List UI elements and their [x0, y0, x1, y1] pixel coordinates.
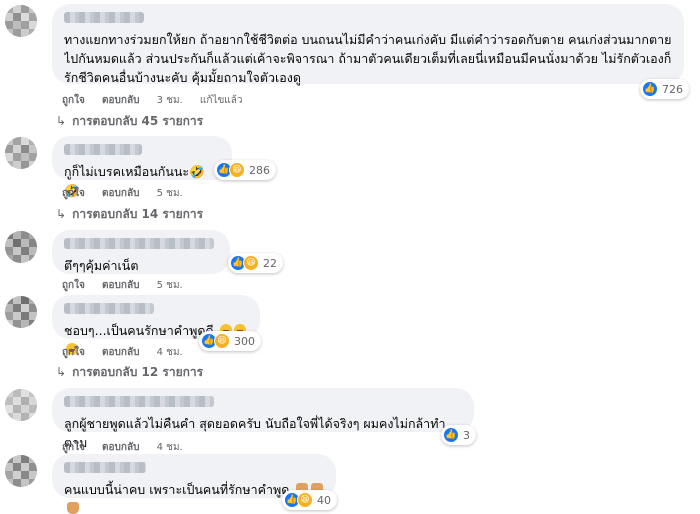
reaction-count: 300 — [234, 334, 255, 348]
reply-arrow-icon: ↳ — [56, 207, 67, 221]
reply-link[interactable]: ตอบกลับ — [102, 347, 139, 358]
like-icon: 👍 — [443, 427, 459, 443]
haha-icon: 😆 — [214, 333, 230, 349]
timestamp[interactable]: 3 ชม. — [157, 95, 183, 106]
timestamp[interactable]: 5 ชม. — [157, 280, 183, 291]
haha-icon: 😆 — [297, 492, 313, 508]
like-link[interactable]: ถูกใจ — [62, 95, 85, 106]
timestamp[interactable]: 4 ชม. — [157, 442, 183, 453]
comment-actions: ถูกใจ ตอบกลับ 5 ชม. — [62, 186, 197, 201]
avatar[interactable] — [5, 455, 37, 487]
reaction-count: 3 — [463, 428, 470, 442]
reaction-summary[interactable]: 👍 😆 300 — [199, 331, 261, 351]
reaction-count: 40 — [317, 493, 331, 507]
avatar[interactable] — [5, 231, 37, 263]
comment-text-body: ชอบๆ...เป็นคนรักษาคำพูดดี — [64, 323, 214, 338]
author-name-blurred[interactable] — [64, 12, 144, 23]
haha-icon: 😆 — [229, 162, 245, 178]
reaction-summary[interactable]: 👍 3 — [441, 425, 476, 445]
view-replies-link[interactable]: ↳ การตอบกลับ 14 รายการ — [56, 205, 203, 224]
reply-arrow-icon: ↳ — [56, 114, 67, 128]
avatar[interactable] — [5, 389, 37, 421]
replies-label: การตอบกลับ 14 รายการ — [72, 207, 204, 221]
avatar[interactable] — [5, 137, 37, 169]
comment-text-body: คนแบบนี้น่าคบ เพราะเป็นคนที่รักษาคำพูด — [64, 482, 290, 497]
comment-actions: ถูกใจ ตอบกลับ 4 ชม. — [62, 440, 197, 455]
reply-link[interactable]: ตอบกลับ — [102, 442, 139, 453]
reaction-count: 22 — [263, 256, 277, 270]
author-name-blurred[interactable] — [64, 462, 146, 473]
reaction-count: 726 — [662, 82, 683, 96]
timestamp[interactable]: 5 ชม. — [157, 188, 183, 199]
reaction-summary[interactable]: 👍 😆 22 — [228, 253, 283, 273]
like-link[interactable]: ถูกใจ — [62, 442, 85, 453]
comment-actions: ถูกใจ ตอบกลับ 5 ชม. — [62, 278, 197, 293]
like-icon: 👍 — [642, 81, 658, 97]
comment-bubble: กูก็ไม่เบรคเหมือนกันนะ🤣🤣 — [52, 136, 232, 198]
thumbs-up-emoji-icon — [67, 502, 79, 514]
edited-label: แก้ไขแล้ว — [199, 95, 243, 106]
reply-link[interactable]: ตอบกลับ — [102, 280, 139, 291]
author-name-blurred[interactable] — [64, 396, 214, 407]
reaction-summary[interactable]: 👍 😆 40 — [282, 490, 337, 510]
comment-actions: ถูกใจ ตอบกลับ 3 ชม. แก้ไขแล้ว — [62, 93, 256, 108]
author-name-blurred[interactable] — [64, 238, 214, 249]
view-replies-link[interactable]: ↳ การตอบกลับ 45 รายการ — [56, 112, 203, 131]
reaction-count: 286 — [249, 163, 270, 177]
replies-label: การตอบกลับ 45 รายการ — [72, 114, 204, 128]
author-name-blurred[interactable] — [64, 303, 154, 314]
comment-bubble: ลูกผู้ชายพูดแล้วไม่คืนคำ สุดยอดครับ นับถ… — [52, 388, 474, 450]
reply-link[interactable]: ตอบกลับ — [102, 188, 139, 199]
reaction-summary[interactable]: 👍 😆 286 — [214, 160, 276, 180]
author-name-blurred[interactable] — [64, 144, 142, 155]
like-link[interactable]: ถูกใจ — [62, 347, 85, 358]
reply-link[interactable]: ตอบกลับ — [102, 95, 139, 106]
comment-text: ทางแยกทางร่วมยกให้ยก ถ้าอยากใช้ชีวิตต่อ … — [64, 32, 672, 85]
timestamp[interactable]: 4 ชม. — [157, 347, 183, 358]
avatar[interactable] — [5, 296, 37, 328]
reply-arrow-icon: ↳ — [56, 365, 67, 379]
view-replies-link[interactable]: ↳ การตอบกลับ 12 รายการ — [56, 363, 203, 382]
avatar[interactable] — [5, 5, 37, 37]
comment-actions: ถูกใจ ตอบกลับ 4 ชม. — [62, 345, 197, 360]
haha-icon: 😆 — [243, 255, 259, 271]
reaction-summary[interactable]: 👍 726 — [640, 79, 689, 99]
comment-text: ตึๆๆคุ้มค่าเน็ต — [64, 258, 139, 273]
like-link[interactable]: ถูกใจ — [62, 280, 85, 291]
comment-bubble: ทางแยกทางร่วมยกให้ยก ถ้าอยากใช้ชีวิตต่อ … — [52, 4, 684, 85]
replies-label: การตอบกลับ 12 รายการ — [72, 365, 204, 379]
like-link[interactable]: ถูกใจ — [62, 188, 85, 199]
comment-bubble: ตึๆๆคุ้มค่าเน็ต — [52, 230, 230, 274]
